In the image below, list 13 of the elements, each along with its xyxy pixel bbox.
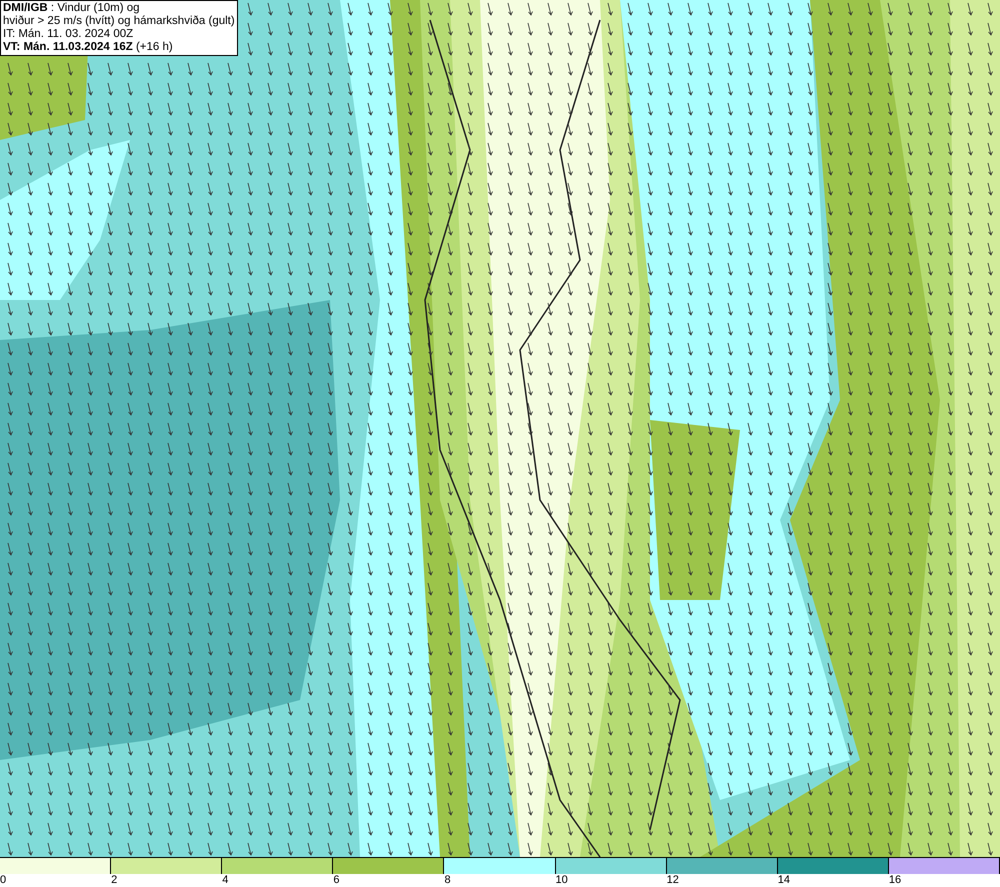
legend-label: 4 [222,874,228,886]
legend-label: 12 [666,874,679,886]
legend-label: 0 [0,874,6,886]
legend-label: 2 [111,874,118,886]
title-line: DMI/IGB : Vindur (10m) og [3,2,141,15]
legend-label: 8 [444,874,451,886]
title-line: IT: Mán. 11. 03. 2024 00Z [3,28,134,41]
legend-label: 14 [778,874,790,886]
legend-label: 6 [333,874,340,886]
title-line: hviður > 25 m/s (hvítt) og hámarkshviða (gult) [3,15,235,28]
legend-label: 10 [556,874,568,886]
title-line: VT: Mán. 11.03.2024 16Z (+16 h) [3,41,174,54]
legend-label: 16 [888,874,902,886]
